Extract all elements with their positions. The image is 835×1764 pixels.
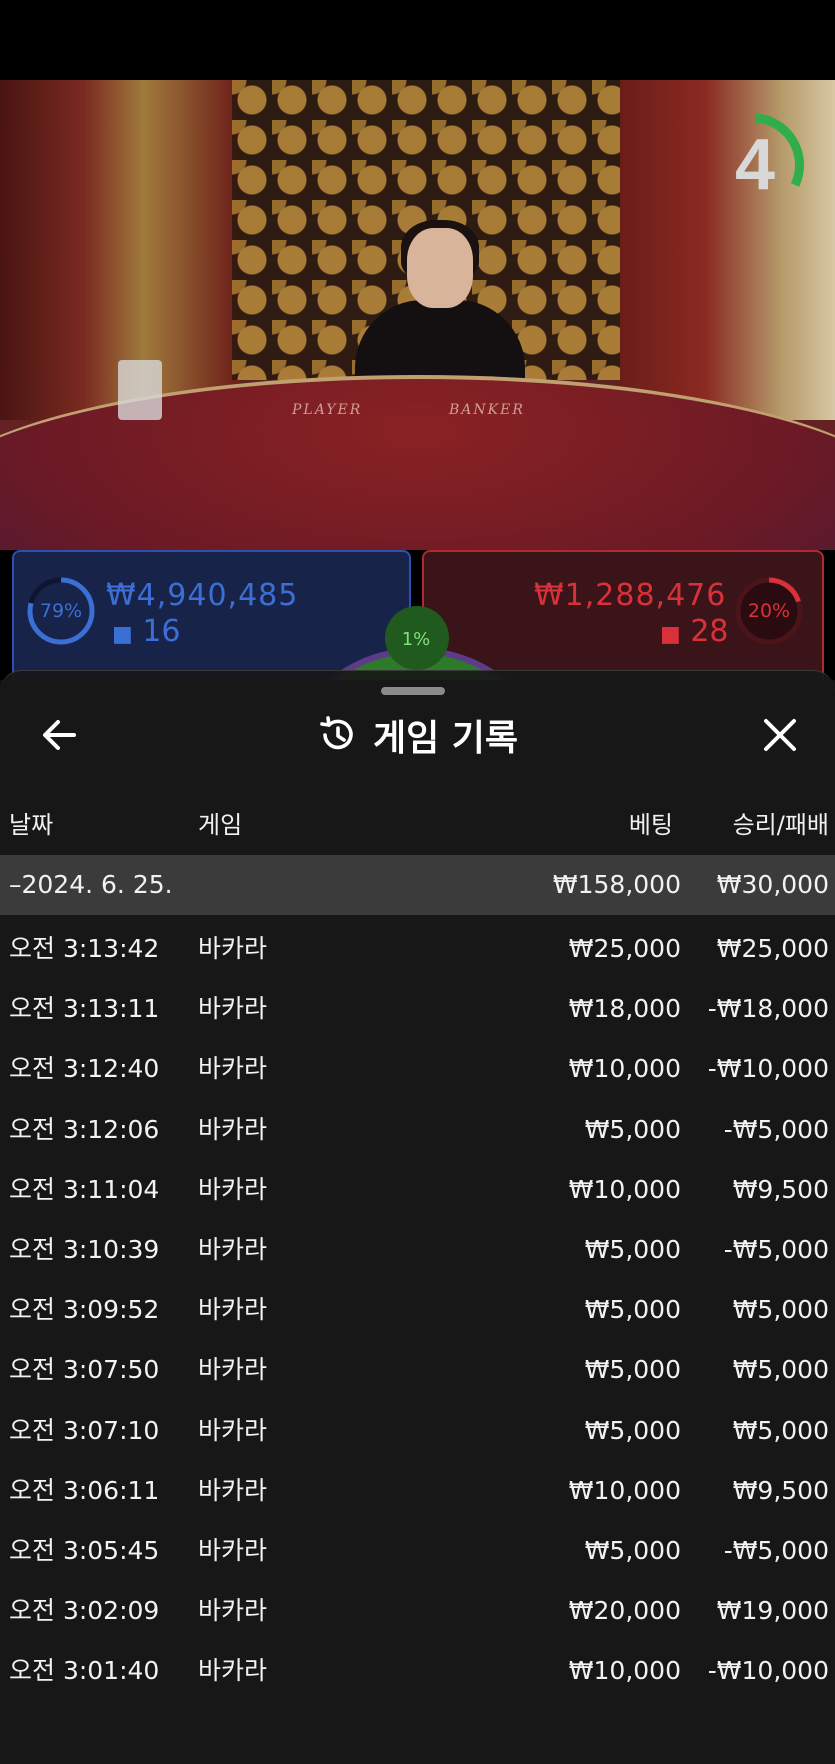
- list-fade: [0, 1681, 835, 1764]
- history-row[interactable]: 오전 3:06:11 바카라 ₩10,000 ₩9,500: [0, 1461, 835, 1521]
- row-result: -₩10,000: [707, 1054, 829, 1084]
- banker-percent-ring: 20%: [734, 576, 804, 646]
- row-time: 오전 3:10:39: [9, 1235, 160, 1264]
- row-bet: ₩20,000: [568, 1596, 681, 1626]
- banker-bet-total: ₩1,288,476: [534, 578, 727, 613]
- row-result: ₩5,000: [732, 1355, 829, 1385]
- row-game: 바카라: [198, 1054, 268, 1084]
- history-row[interactable]: 오전 3:09:52 바카라 ₩5,000 ₩5,000: [0, 1280, 835, 1340]
- row-result: ₩25,000: [716, 934, 829, 963]
- row-game: 바카라: [198, 1174, 268, 1204]
- column-bet: 베팅: [628, 811, 673, 839]
- game-history-panel: 게임 기록 날짜 게임 베팅 승리/패배 –2024. 6. 25. ₩158,…: [0, 670, 835, 1764]
- column-headers: 날짜 게임 베팅 승리/패배: [0, 805, 835, 845]
- row-time: 오전 3:12:40: [9, 1054, 160, 1084]
- history-row[interactable]: 오전 3:07:50 바카라 ₩5,000 ₩5,000: [0, 1340, 835, 1400]
- row-game: 바카라: [198, 1295, 268, 1325]
- player-percent: 79%: [39, 600, 83, 622]
- row-result: ₩19,000: [716, 1596, 829, 1626]
- history-row[interactable]: 오전 3:11:04 바카라 ₩10,000 ₩9,500: [0, 1160, 835, 1220]
- row-result: ₩5,000: [732, 1295, 829, 1325]
- player-bet-total: ₩4,940,485: [106, 578, 299, 613]
- row-time: 오전 3:07:50: [9, 1355, 160, 1385]
- row-time: 오전 3:02:09: [9, 1596, 160, 1626]
- row-time: 오전 3:13:11: [9, 994, 160, 1024]
- card-shoe: [118, 360, 162, 420]
- group-total-bet: ₩158,000: [552, 870, 681, 899]
- history-row[interactable]: 오전 3:12:40 바카라 ₩10,000 -₩10,000: [0, 1039, 835, 1099]
- banker-count-value: 28: [690, 614, 729, 649]
- row-bet: ₩10,000: [568, 1054, 681, 1084]
- banker-percent: 20%: [747, 600, 791, 622]
- row-game: 바카라: [198, 994, 268, 1024]
- tie-percent: 1%: [401, 629, 431, 650]
- row-result: ₩5,000: [732, 1415, 829, 1445]
- row-bet: ₩5,000: [584, 1114, 681, 1144]
- row-bet: ₩18,000: [568, 994, 681, 1024]
- group-date: –2024. 6. 25.: [9, 870, 173, 899]
- row-game: 바카라: [198, 1475, 268, 1505]
- history-row[interactable]: 오전 3:13:11 바카라 ₩18,000 -₩18,000: [0, 979, 835, 1039]
- column-result: 승리/패배: [732, 811, 829, 839]
- drag-handle[interactable]: [381, 687, 445, 695]
- row-game: 바카라: [198, 1415, 268, 1445]
- player-count-value: 16: [142, 614, 181, 649]
- panel-title: 게임 기록: [372, 718, 518, 759]
- row-result: -₩5,000: [723, 1536, 829, 1565]
- user-icon: ■: [660, 622, 681, 647]
- row-game: 바카라: [198, 1235, 268, 1264]
- row-time: 오전 3:07:10: [9, 1415, 160, 1445]
- panel-header: 게임 기록: [0, 707, 835, 763]
- live-video-stream: PLAYER BANKER 4: [0, 80, 835, 550]
- row-bet: ₩10,000: [568, 1174, 681, 1204]
- row-game: 바카라: [198, 1114, 268, 1144]
- close-icon[interactable]: [758, 713, 802, 757]
- history-row[interactable]: 오전 3:05:45 바카라 ₩5,000 -₩5,000: [0, 1521, 835, 1581]
- history-row[interactable]: 오전 3:12:06 바카라 ₩5,000 -₩5,000: [0, 1100, 835, 1160]
- timer-value: 4: [734, 125, 776, 205]
- row-time: 오전 3:11:04: [9, 1174, 160, 1204]
- row-result: -₩18,000: [707, 994, 829, 1024]
- column-game: 게임: [198, 811, 243, 839]
- history-row[interactable]: 오전 3:13:42 바카라 ₩25,000 ₩25,000: [0, 919, 835, 979]
- row-bet: ₩5,000: [584, 1355, 681, 1385]
- user-icon: ■: [112, 622, 133, 647]
- table-label-banker: BANKER: [449, 402, 525, 418]
- row-bet: ₩25,000: [568, 934, 681, 963]
- round-timer: 4: [700, 110, 810, 220]
- row-result: ₩9,500: [732, 1174, 829, 1204]
- history-row[interactable]: 오전 3:07:10 바카라 ₩5,000 ₩5,000: [0, 1401, 835, 1461]
- banker-bettor-count: ■ 28: [660, 614, 729, 649]
- row-game: 바카라: [198, 1536, 268, 1565]
- row-time: 오전 3:12:06: [9, 1114, 160, 1144]
- player-percent-ring: 79%: [26, 576, 96, 646]
- row-bet: ₩5,000: [584, 1235, 681, 1264]
- group-total-result: ₩30,000: [716, 870, 829, 899]
- history-row[interactable]: 오전 3:02:09 바카라 ₩20,000 ₩19,000: [0, 1581, 835, 1641]
- row-game: 바카라: [198, 1355, 268, 1385]
- row-time: 오전 3:05:45: [9, 1536, 160, 1565]
- row-game: 바카라: [198, 1596, 268, 1626]
- row-result: -₩5,000: [723, 1235, 829, 1264]
- table-label-player: PLAYER: [292, 402, 363, 418]
- row-result: -₩5,000: [723, 1114, 829, 1144]
- row-time: 오전 3:13:42: [9, 934, 160, 963]
- history-row[interactable]: 오전 3:10:39 바카라 ₩5,000 -₩5,000: [0, 1220, 835, 1280]
- row-bet: ₩10,000: [568, 1475, 681, 1505]
- row-bet: ₩5,000: [584, 1415, 681, 1445]
- row-game: 바카라: [198, 934, 268, 963]
- row-bet: ₩5,000: [584, 1536, 681, 1565]
- history-clock-icon: [320, 716, 353, 750]
- row-time: 오전 3:09:52: [9, 1295, 160, 1325]
- column-date: 날짜: [9, 811, 54, 839]
- date-group-row[interactable]: –2024. 6. 25. ₩158,000 ₩30,000: [0, 855, 835, 915]
- row-result: ₩9,500: [732, 1475, 829, 1505]
- player-bettor-count: ■ 16: [112, 614, 181, 649]
- row-time: 오전 3:06:11: [9, 1475, 160, 1505]
- row-bet: ₩5,000: [584, 1295, 681, 1325]
